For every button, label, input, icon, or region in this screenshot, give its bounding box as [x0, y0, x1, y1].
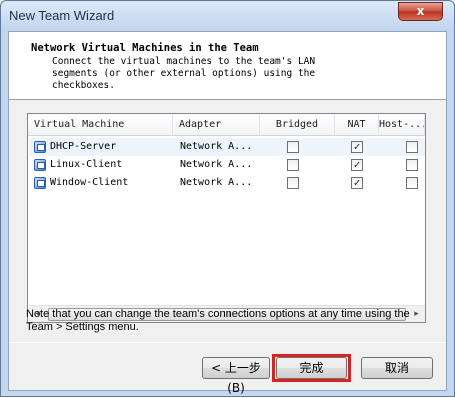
- vm-adapter: Network A...: [180, 141, 253, 152]
- settings-note: Note that you can change the team's conn…: [26, 308, 410, 333]
- host-checkbox[interactable]: [406, 177, 418, 189]
- column-header-adapter[interactable]: Adapter: [173, 114, 260, 136]
- dialog-body: Network Virtual Machines in the Team Con…: [8, 31, 447, 395]
- window-title: New Team Wizard: [9, 8, 115, 23]
- table-row[interactable]: DHCP-Server Network A... ✓: [29, 138, 425, 156]
- host-checkbox[interactable]: [406, 141, 418, 153]
- virtual-machine-icon: [34, 141, 46, 153]
- table-row[interactable]: Window-Client Network A... ✓: [29, 174, 425, 192]
- vm-adapter: Network A...: [180, 177, 253, 188]
- wizard-header: Network Virtual Machines in the Team Con…: [9, 32, 446, 100]
- page-description: Connect the virtual machines to the team…: [52, 56, 316, 91]
- table-row[interactable]: Linux-Client Network A... ✓: [29, 156, 425, 174]
- vm-name: DHCP-Server: [50, 141, 117, 152]
- close-button[interactable]: x: [398, 2, 443, 21]
- column-header-nat[interactable]: NAT: [335, 114, 379, 136]
- nat-checkbox[interactable]: ✓: [351, 141, 363, 153]
- column-header-host[interactable]: Host-...: [379, 114, 425, 136]
- cancel-button[interactable]: 取消: [361, 357, 433, 379]
- nat-checkbox[interactable]: ✓: [351, 177, 363, 189]
- vm-adapter: Network A...: [180, 159, 253, 170]
- vm-list[interactable]: Virtual Machine Adapter Bridged NAT Host…: [27, 113, 426, 323]
- wizard-window: New Team Wizard x Network Virtual Machin…: [0, 0, 455, 397]
- column-header-virtual-machine[interactable]: Virtual Machine: [28, 114, 173, 136]
- back-button[interactable]: < 上一步(B): [202, 357, 270, 395]
- bridged-checkbox[interactable]: [287, 177, 299, 189]
- virtual-machine-icon: [34, 159, 46, 171]
- host-checkbox[interactable]: [406, 159, 418, 171]
- vm-name: Window-Client: [50, 177, 129, 188]
- close-icon: x: [416, 4, 425, 18]
- column-header-bridged[interactable]: Bridged: [260, 114, 335, 136]
- nat-checkbox[interactable]: ✓: [351, 159, 363, 171]
- footer-divider: [9, 342, 446, 343]
- bridged-checkbox[interactable]: [287, 141, 299, 153]
- virtual-machine-icon: [34, 177, 46, 189]
- finish-highlight-box: [272, 354, 351, 382]
- title-bar[interactable]: New Team Wizard x: [1, 1, 454, 31]
- vm-name: Linux-Client: [50, 159, 123, 170]
- page-title: Network Virtual Machines in the Team: [31, 42, 259, 54]
- bridged-checkbox[interactable]: [287, 159, 299, 171]
